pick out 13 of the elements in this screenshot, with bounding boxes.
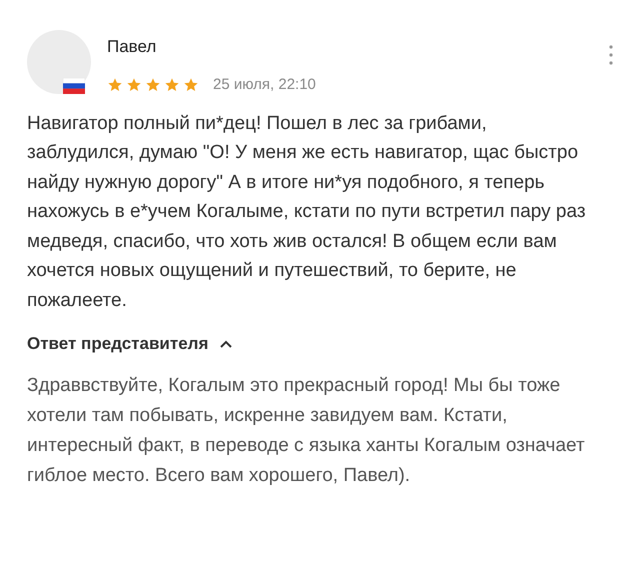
review-date: 25 июля, 22:10: [213, 75, 316, 95]
reply-toggle[interactable]: Ответ представителя: [27, 331, 232, 356]
flag-icon: [63, 78, 85, 94]
more-menu-icon[interactable]: [608, 44, 614, 66]
star-icon: [126, 77, 142, 94]
caret-icon: [220, 340, 232, 348]
star-icon: [164, 77, 180, 94]
star-icon: [183, 77, 199, 94]
review-text: Навигатор полный пи*дец! Пошел в лес за грибами, заблудился, думаю "О! У меня же есть навигатор, щас быстро найду нужную дорогу" А в итоге ни*уя подобного, я теперь нахожусь в е*учем Когалыме, кстати по пути встретил пару раз медведя, спасибо, что хоть жив остался! В общем если вам хочется новых ощущений и путешествий, то берите, не пожалеете.: [27, 112, 587, 312]
star-icon: [145, 77, 161, 94]
reply-text: Здраввствуйте, Когалым это прекрасный город! Мы бы тоже хотели там побывать, искренне завидуем вам. Кстати, интересный факт, в переводе с языка ханты Когалым означает гиблое место. Всего вам хорошего, Павел).: [27, 374, 586, 488]
star-icon: [107, 77, 123, 94]
author-name: Павел: [107, 36, 158, 58]
